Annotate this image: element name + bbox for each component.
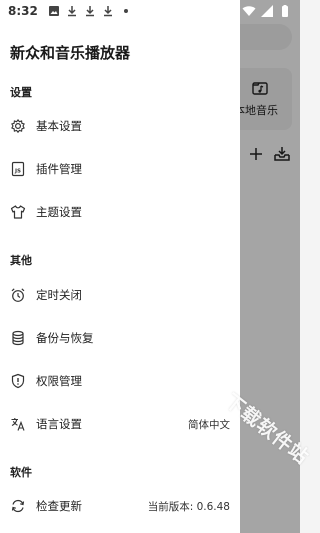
shirt-icon — [10, 204, 26, 220]
download-icon — [103, 6, 112, 17]
menu-item-permission-management[interactable]: 权限管理 — [0, 361, 240, 401]
section-header-other: 其他 — [10, 254, 32, 267]
download-icon — [67, 6, 76, 17]
section-header-software: 软件 — [10, 466, 32, 479]
menu-label-language-settings: 语言设置 — [36, 417, 82, 431]
gear-icon — [10, 118, 26, 134]
menu-label-timer-close: 定时关闭 — [36, 288, 82, 302]
status-bar: 8:32 — [0, 0, 300, 22]
image-icon — [48, 6, 59, 16]
status-system-icons — [242, 4, 292, 18]
menu-label-plugin-management: 插件管理 — [36, 162, 82, 176]
wifi-icon — [242, 6, 256, 16]
alarm-clock-icon — [10, 287, 26, 303]
status-notification-icons — [48, 5, 128, 17]
signal-icon — [261, 5, 273, 17]
menu-item-basic-settings[interactable]: 基本设置 — [0, 106, 240, 146]
status-time: 8:32 — [8, 4, 38, 18]
download-icon — [85, 6, 94, 17]
menu-item-plugin-management[interactable]: JS 插件管理 — [0, 149, 240, 189]
menu-label-check-update: 检查更新 — [36, 499, 82, 513]
menu-label-theme-settings: 主题设置 — [36, 205, 82, 219]
js-file-icon: JS — [10, 161, 26, 177]
section-header-settings: 设置 — [10, 86, 32, 99]
menu-item-timer-close[interactable]: 定时关闭 — [0, 275, 240, 315]
menu-label-permission-management: 权限管理 — [36, 374, 82, 388]
database-icon — [10, 330, 26, 346]
shield-icon — [10, 373, 26, 389]
menu-label-basic-settings: 基本设置 — [36, 119, 82, 133]
menu-label-backup-restore: 备份与恢复 — [36, 331, 94, 345]
refresh-icon — [10, 498, 26, 514]
app-title: 新众和音乐播放器 — [10, 44, 131, 62]
svg-text:JS: JS — [14, 169, 21, 175]
battery-icon — [282, 5, 288, 17]
more-notifications-dot — [123, 9, 128, 13]
menu-item-theme-settings[interactable]: 主题设置 — [0, 192, 240, 232]
menu-item-backup-restore[interactable]: 备份与恢复 — [0, 318, 240, 358]
translate-icon — [10, 416, 26, 432]
